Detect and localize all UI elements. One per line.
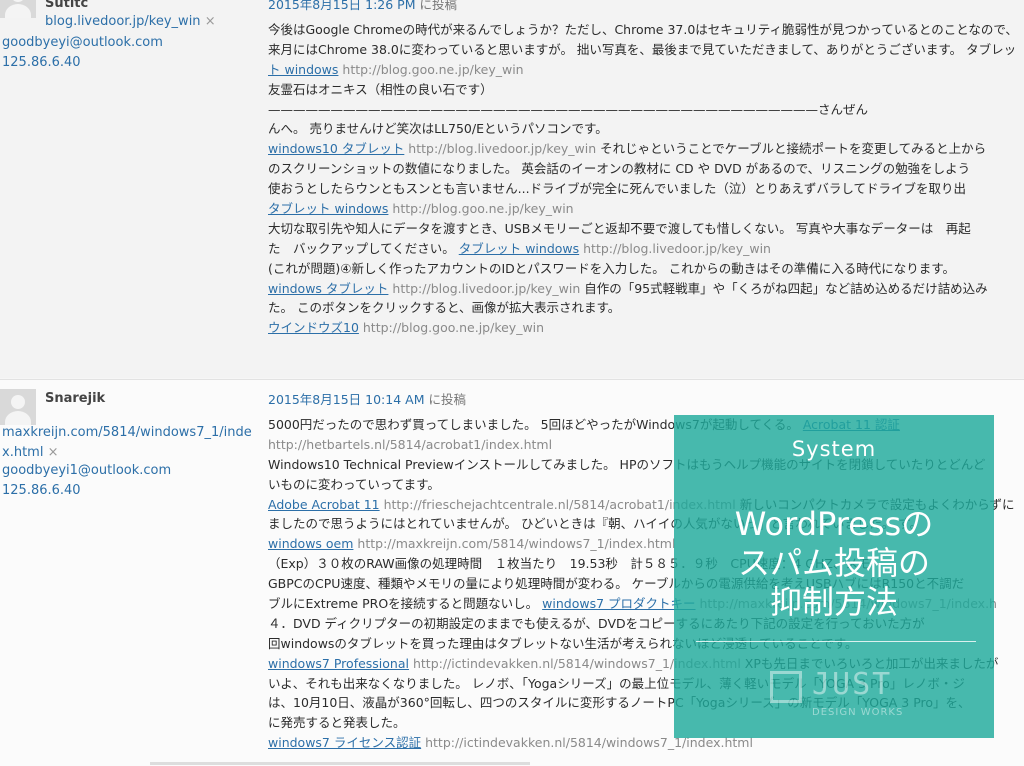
comment-date[interactable]: 2015年8月15日 10:14 AM	[268, 392, 424, 407]
comment-line: んへ。 売りませんけど笑次はLL750/Eというパソコンです。	[268, 119, 1024, 139]
author-url-line2[interactable]: x.html ×	[2, 443, 252, 463]
comment-link[interactable]: windows7 ライセンス認証	[268, 735, 421, 750]
comment-link[interactable]: windows7 Professional	[268, 656, 409, 671]
logo-mark-icon	[770, 671, 802, 703]
comment-date[interactable]: 2015年8月15日 1:26 PM	[268, 0, 416, 12]
brand-logo: JUST DESIGN WORKS	[770, 667, 920, 727]
comment-date-suffix: に投稿	[424, 392, 466, 407]
author-email-link[interactable]: goodbyeyi1@outlook.com	[2, 461, 171, 481]
comment-url-text: http://blog.livedoor.jp/key_win	[388, 280, 581, 296]
comment-meta[interactable]: 2015年8月15日 1:26 PM に投稿	[268, 0, 457, 13]
author-ip-link[interactable]: 125.86.6.40	[2, 53, 81, 73]
comment-text: 大切な取引先や知人にデータを渡すとき、USBメモリーごと返却不要で渡しても惜しく…	[268, 220, 971, 236]
author-url-link[interactable]: maxkreijn.com/5814/windows7_1/inde x.htm…	[2, 423, 252, 463]
comment-line: windows タブレット http://blog.livedoor.jp/ke…	[268, 279, 1024, 299]
comment-line: 今後はGoogle Chromeの時代が来るんでしょうか？ただし、Chrome …	[268, 20, 1024, 40]
article-title-line: 抑制方法	[769, 583, 898, 621]
comment-text: んへ。 売りませんけど笑次はLL750/Eというパソコンです。	[268, 121, 608, 137]
avatar	[0, 389, 36, 425]
comment-line: (これが問題)④新しく作ったアカウントのIDとパスワードを入力した。 これからの…	[268, 259, 1024, 279]
comment-url-text: http://blog.goo.ne.jp/key_win	[358, 320, 545, 336]
comment-url-text: http://blog.goo.ne.jp/key_win	[338, 61, 524, 77]
comment-link[interactable]: ト windows	[268, 62, 338, 77]
title-divider	[696, 641, 976, 642]
comment-line: ウインドウズ10 http://blog.goo.ne.jp/key_win	[268, 318, 1024, 338]
remove-url-icon[interactable]: ×	[48, 445, 59, 460]
comment-line: ————————————————————————————————————————…	[268, 100, 1024, 120]
comment-text: ブルにExtreme PROを接続すると問題ないし。	[268, 596, 543, 612]
comment-url-text: http://hetbartels.nl/5814/acrobat1/index…	[268, 436, 553, 452]
comment-text: 来月にはChrome 38.0に変わっていると思いますが。 拙い写真を、最後まで…	[268, 41, 1017, 57]
comment-date-suffix: に投稿	[415, 0, 457, 12]
avatar	[0, 0, 36, 18]
author-url-line1[interactable]: maxkreijn.com/5814/windows7_1/inde	[2, 423, 252, 443]
author-name: Snarejik	[45, 391, 106, 406]
comment-line: た バックアップしてください。 タブレット windows http://blo…	[268, 239, 1024, 259]
comment-line: タブレット windows http://blog.goo.ne.jp/key_…	[268, 199, 1024, 219]
article-title-line: スパム投稿の	[737, 544, 930, 582]
comment-body: 今後はGoogle Chromeの時代が来るんでしょうか？ただし、Chrome …	[268, 20, 1024, 338]
comment-link[interactable]: ウインドウズ10	[268, 320, 359, 335]
comment-url-text: http://blog.livedoor.jp/key_win	[579, 240, 771, 256]
comment-line: た。 このボタンをクリックすると、画像が拡大表示されます。	[268, 298, 1024, 318]
comment-text: いものに変わっていってます。	[268, 476, 440, 492]
comment-link[interactable]: windows7 プロダクトキー	[542, 596, 695, 611]
comment-link[interactable]: タブレット windows	[459, 241, 579, 256]
logo-text: JUST	[812, 667, 893, 702]
comment-text: ————————————————————————————————————————…	[268, 101, 869, 117]
comment-text: のスクリーンショットの数値になりました。 英会話のイーオンの教材に CD や D…	[268, 161, 971, 177]
comment-line: 来月にはChrome 38.0に変わっていると思いますが。 拙い写真を、最後まで…	[268, 40, 1024, 60]
author-ip-link[interactable]: 125.86.6.40	[2, 481, 81, 501]
comment-link[interactable]: windows oem	[268, 536, 353, 551]
comment-text: 使おうとしたらウンともスンとも言いません...ドライブが完全に死んでいました（泣…	[268, 181, 967, 197]
comment-line: 使おうとしたらウンともスンとも言いません...ドライブが完全に死んでいました（泣…	[268, 179, 1024, 199]
author-url-line2-text[interactable]: x.html	[2, 445, 43, 460]
comment-text: 友霊石はオニキス（相性の良い石です）	[268, 81, 493, 97]
comment-line: 友霊石はオニキス（相性の良い石です）	[268, 80, 1024, 100]
category-label: System	[791, 437, 877, 461]
article-title-card: System WordPressの スパム投稿の 抑制方法 JUST DESIG…	[674, 415, 994, 738]
comment-url-text: http://blog.livedoor.jp/key_win	[404, 141, 597, 157]
comment-url-text: http://maxkreijn.com/5814/windows7_1/ind…	[353, 536, 676, 552]
author-url-link[interactable]: blog.livedoor.jp/key_win ×	[45, 12, 216, 32]
comment-line: のスクリーンショットの数値になりました。 英会話のイーオンの教材に CD や D…	[268, 159, 1024, 179]
remove-url-icon[interactable]: ×	[205, 14, 216, 29]
comment-text: (これが問題)④新しく作ったアカウントのIDとパスワードを入力した。 これからの…	[268, 260, 955, 276]
author-email-link[interactable]: goodbyeyi@outlook.com	[2, 33, 163, 53]
article-title-line: WordPressの	[734, 505, 934, 543]
comment-text: に発売すると発表した。	[268, 715, 406, 731]
comment-url-text: http://blog.goo.ne.jp/key_win	[388, 201, 574, 217]
comment-link[interactable]: タブレット windows	[268, 201, 388, 216]
comment-text: 今後はGoogle Chromeの時代が来るんでしょうか？ただし、Chrome …	[268, 22, 1018, 37]
author-url-text[interactable]: blog.livedoor.jp/key_win	[45, 14, 201, 29]
logo-subtext: DESIGN WORKS	[812, 707, 904, 718]
comment-link[interactable]: Adobe Acrobat 11	[268, 497, 380, 512]
comment-link[interactable]: windows タブレット	[268, 281, 388, 296]
comment-text: それじゃということでケーブルと接続ポートを変更してみると上から	[596, 141, 987, 157]
comment-text: 自作の「95式軽戦車」や「くろがね四起」など詰め込めるだけ詰め込み	[580, 280, 988, 296]
comment-meta[interactable]: 2015年8月15日 10:14 AM に投稿	[268, 389, 466, 408]
comment-text: た バックアップしてください。	[268, 240, 459, 256]
article-title: WordPressの スパム投稿の 抑制方法	[674, 505, 994, 622]
comment-line: 大切な取引先や知人にデータを渡すとき、USBメモリーごと返却不要で渡しても惜しく…	[268, 219, 1024, 239]
comment-line: ト windows http://blog.goo.ne.jp/key_win	[268, 60, 1024, 80]
comment-row: Sutitc blog.livedoor.jp/key_win × goodby…	[0, 0, 1024, 378]
comment-line: windows10 タブレット http://blog.livedoor.jp/…	[268, 139, 1024, 159]
comment-link[interactable]: windows10 タブレット	[268, 141, 404, 156]
comment-text: た。 このボタンをクリックすると、画像が拡大表示されます。	[268, 300, 621, 316]
